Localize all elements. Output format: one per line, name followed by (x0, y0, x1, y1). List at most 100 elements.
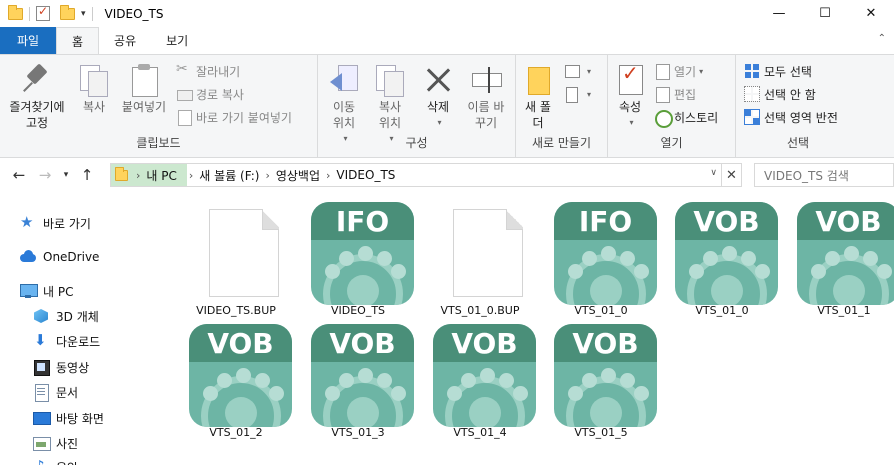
back-arrow-icon[interactable]: ← (8, 166, 30, 184)
nav-item-onedrive[interactable]: OneDrive (20, 246, 99, 268)
invert-selection-button[interactable]: 선택 영역 반전 (744, 107, 838, 127)
pin-label: 즐겨찾기에 고정 (9, 100, 65, 130)
breadcrumb-volume[interactable]: 새 볼륨 (F:) (195, 167, 263, 184)
chevron-down-icon: ▾ (699, 66, 704, 76)
copy-path-label: 경로 복사 (196, 87, 244, 102)
paste-shortcut-button[interactable]: 바로 가기 붙여넣기 (176, 107, 292, 127)
reel-dot-shape (461, 373, 476, 388)
breadcrumb-video-ts[interactable]: VIDEO_TS (332, 168, 399, 182)
reel-dot-shape (741, 251, 756, 266)
file-item[interactable]: VOB VTS_01_5 (541, 314, 661, 444)
nav-item-pictures[interactable]: 사진 (33, 432, 78, 454)
new-item-button[interactable]: ▾ (564, 61, 591, 81)
new-folder-icon (522, 63, 554, 95)
reel-dot-shape (236, 368, 251, 383)
file-item[interactable]: VOB VTS_01_3 (298, 314, 418, 444)
maximize-button[interactable]: ☐ (802, 0, 848, 27)
nav-item-documents[interactable]: 문서 (33, 381, 78, 403)
address-bar[interactable]: › 내 PC › 새 볼륨 (F:) › 영상백업 › VIDEO_TS ∨ (110, 163, 722, 187)
copy-to-icon (374, 63, 406, 97)
cut-label: 잘라내기 (196, 64, 241, 79)
breadcrumb-chevron-icon[interactable]: › (263, 169, 271, 182)
desktop-icon (33, 410, 51, 426)
breadcrumb-this-pc[interactable]: 내 PC (142, 167, 180, 184)
forward-arrow-icon[interactable]: → (34, 166, 56, 184)
tab-file[interactable]: 파일 (0, 27, 56, 54)
nav-item-quick-access[interactable]: 바로 가기 (20, 212, 91, 234)
properties-button[interactable]: 속성 ▾ (612, 63, 648, 131)
nav-item-music[interactable]: 음악 (33, 456, 78, 465)
file-item[interactable]: IFO VIDEO_TS (298, 192, 418, 322)
breadcrumb-backup[interactable]: 영상백업 (272, 167, 324, 184)
rename-button[interactable]: 이름 바꾸기 (464, 63, 508, 131)
reel-dot-shape (513, 386, 528, 401)
recent-locations-chevron-icon[interactable]: ▾ (60, 170, 72, 180)
cut-button[interactable]: 잘라내기 (176, 61, 240, 81)
download-icon (33, 331, 49, 349)
history-button[interactable]: 히스토리 (654, 107, 718, 128)
nav-item-this-pc[interactable]: 내 PC (20, 280, 73, 302)
file-badge-text: VOB (207, 326, 274, 360)
breadcrumb-chevron-icon[interactable]: › (324, 169, 332, 182)
nav-label: 동영상 (56, 360, 90, 375)
copy-button[interactable]: 복사 (74, 63, 114, 115)
file-item[interactable]: VOB VTS_01_1 (784, 192, 894, 322)
pin-icon (21, 63, 53, 95)
file-item[interactable]: IFO VTS_01_0 (541, 192, 661, 322)
reel-dot-shape (582, 373, 597, 388)
collapse-ribbon-icon[interactable]: ⌃ (878, 33, 886, 44)
file-name: VTS_01_0 (695, 304, 749, 317)
address-dropdown-icon[interactable]: ∨ (710, 168, 717, 178)
video-icon (33, 359, 50, 376)
copy-path-button[interactable]: 경로 복사 (176, 84, 244, 104)
tab-view[interactable]: 보기 (151, 27, 203, 54)
quick-access-dropdown-icon[interactable]: ▾ (81, 9, 86, 19)
file-item[interactable]: VTS_01_0.BUP (420, 192, 540, 322)
group-label-open: 열기 (660, 136, 683, 150)
select-none-button[interactable]: 선택 안 함 (744, 84, 816, 104)
breadcrumb-chevron-icon[interactable]: › (134, 169, 142, 182)
ribbon: 즐겨찾기에 고정 복사 붙여넣기 잘라내기 경로 복사 바로 가기 붙여넣기 클… (0, 54, 894, 158)
file-item[interactable]: VOB VTS_01_4 (420, 314, 540, 444)
breadcrumb-chevron-icon[interactable]: › (187, 169, 195, 182)
paste-button[interactable]: 붙여넣기 (116, 63, 172, 115)
tab-home[interactable]: 홈 (56, 27, 100, 54)
tab-share[interactable]: 공유 (99, 27, 151, 54)
page-fold (262, 209, 279, 230)
delete-button[interactable]: 삭제 ▾ (418, 63, 458, 131)
search-input[interactable]: VIDEO_TS 검색 (754, 163, 894, 187)
clear-address-icon[interactable]: ✕ (722, 163, 742, 187)
reel-dot-shape (391, 264, 406, 279)
edit-button[interactable]: 편집 (654, 84, 696, 104)
reel-dot-shape (339, 251, 354, 266)
nav-item-downloads[interactable]: 다운로드 (33, 330, 100, 352)
nav-item-videos[interactable]: 동영상 (33, 356, 89, 378)
properties-quick-icon[interactable] (36, 4, 50, 21)
file-badge-text: VOB (815, 204, 882, 238)
group-select: 모두 선택 선택 안 함 선택 영역 반전 선택 (736, 55, 860, 157)
nav-label: 사진 (56, 436, 79, 451)
close-button[interactable]: ✕ (848, 0, 894, 27)
new-folder-label: 새 폴더 (525, 100, 551, 130)
reel-dot-shape (620, 373, 635, 388)
reel-hub-shape (590, 397, 622, 427)
pin-quick-access-button[interactable]: 즐겨찾기에 고정 (4, 63, 70, 131)
new-folder-quick-icon[interactable] (60, 4, 75, 20)
nav-item-3d-objects[interactable]: 3D 개체 (33, 305, 99, 327)
up-arrow-icon[interactable]: ↑ (76, 166, 98, 184)
reel-hub-shape (711, 275, 743, 305)
select-all-button[interactable]: 모두 선택 (744, 61, 812, 81)
file-item[interactable]: VOB VTS_01_0 (662, 192, 782, 322)
new-folder-button[interactable]: 새 폴더 (520, 63, 556, 131)
properties-icon (614, 63, 646, 95)
minimize-button[interactable]: — (756, 0, 802, 27)
open-button[interactable]: 열기 ▾ (654, 61, 703, 81)
file-item[interactable]: VOB VTS_01_2 (176, 314, 296, 444)
easy-access-button[interactable]: ▾ (564, 84, 591, 104)
reel-dot-shape (755, 264, 770, 279)
media-player-file-icon: VOB (554, 324, 657, 427)
easy-access-icon (564, 86, 580, 103)
cube-icon (33, 308, 49, 324)
nav-item-desktop[interactable]: 바탕 화면 (33, 407, 104, 429)
file-item[interactable]: VIDEO_TS.BUP (176, 192, 296, 322)
